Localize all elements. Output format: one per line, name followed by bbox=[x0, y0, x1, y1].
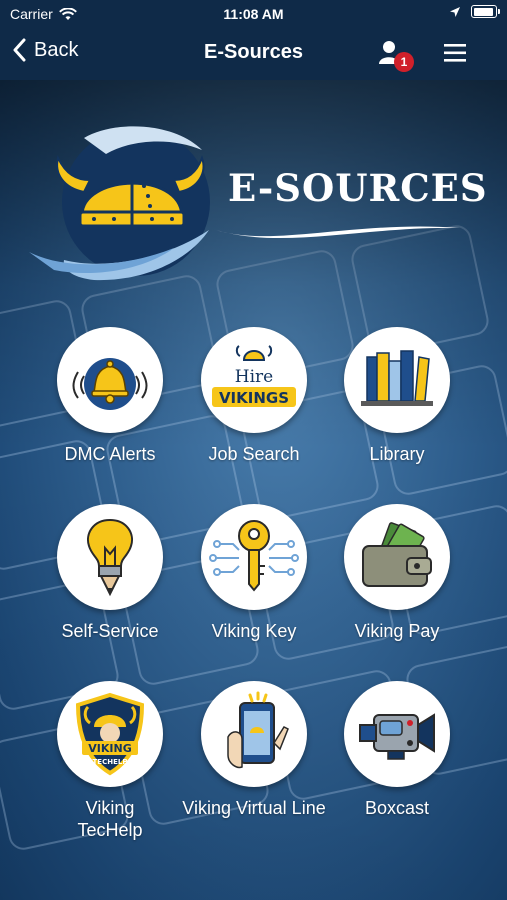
menu-button[interactable] bbox=[442, 42, 468, 64]
hire-text: Hire bbox=[235, 367, 273, 387]
tile-label: Viking Key bbox=[211, 621, 297, 641]
tile-label: DMC Alerts bbox=[64, 444, 156, 464]
wallet-icon bbox=[362, 522, 432, 587]
tile-label: Boxcast bbox=[364, 798, 430, 818]
tile-icon-circle bbox=[57, 504, 163, 610]
status-time: 11:08 AM bbox=[223, 6, 284, 22]
video-camera-icon bbox=[359, 713, 435, 760]
tile-icon-circle bbox=[57, 327, 163, 433]
bell-icon bbox=[72, 358, 148, 410]
tile-viking-virtual-line[interactable]: Viking Virtual Line bbox=[179, 681, 329, 819]
notification-badge: 1 bbox=[394, 52, 414, 72]
banner-title: E-SOURCES bbox=[228, 166, 488, 210]
tile-label: Self-Service bbox=[61, 621, 159, 641]
battery-icon bbox=[471, 5, 500, 18]
techelp-shield-icon: VIKING TECHELP bbox=[75, 692, 145, 776]
hamburger-menu-icon bbox=[444, 44, 466, 62]
tile-icon-circle bbox=[344, 327, 450, 433]
status-bar: Carrier 11:08 AM bbox=[0, 0, 507, 28]
status-right bbox=[449, 5, 500, 18]
wave-swoosh bbox=[216, 226, 460, 239]
viking-text: VIKING bbox=[88, 742, 131, 755]
tile-icon-circle bbox=[201, 681, 307, 787]
vikings-text: VIKINGS bbox=[219, 389, 289, 407]
tile-viking-pay[interactable]: Viking Pay bbox=[322, 504, 472, 642]
tile-label: Viking Pay bbox=[354, 621, 440, 641]
techelp-text: TECHELP bbox=[93, 758, 128, 766]
tile-icon-circle: VIKING TECHELP bbox=[57, 681, 163, 787]
phone-hand-icon bbox=[227, 691, 289, 769]
books-icon bbox=[361, 350, 433, 406]
tile-library[interactable]: Library bbox=[322, 327, 472, 465]
lightbulb-pencil-icon bbox=[87, 518, 133, 597]
tile-label: Job Search bbox=[208, 444, 300, 464]
profile-notifications-button[interactable]: 1 bbox=[378, 38, 414, 72]
back-button[interactable]: Back bbox=[12, 38, 78, 62]
tile-icon-circle bbox=[344, 681, 450, 787]
tile-label: Library bbox=[369, 444, 425, 464]
main-content: E-SOURCES DMC Alerts Hire VIKINGS Job Se… bbox=[0, 80, 507, 900]
tile-boxcast[interactable]: Boxcast bbox=[322, 681, 472, 819]
tile-icon-circle bbox=[344, 504, 450, 610]
tile-icon-circle: Hire VIKINGS bbox=[201, 327, 307, 433]
viking-helmet-logo bbox=[29, 126, 210, 281]
tile-label: Viking Virtual Line bbox=[182, 798, 326, 818]
navigation-bar: Back E-Sources 1 bbox=[0, 28, 507, 80]
key-circuit-icon bbox=[209, 520, 299, 592]
hire-vikings-icon: Hire VIKINGS bbox=[212, 345, 296, 407]
tile-dmc-alerts[interactable]: DMC Alerts bbox=[35, 327, 185, 465]
tile-icon-circle bbox=[201, 504, 307, 610]
tile-self-service[interactable]: Self-Service bbox=[35, 504, 185, 642]
location-arrow-icon bbox=[450, 6, 460, 17]
chevron-left-icon bbox=[13, 38, 26, 62]
back-label: Back bbox=[34, 38, 79, 61]
tile-job-search[interactable]: Hire VIKINGS Job Search bbox=[179, 327, 329, 465]
tile-viking-techelp[interactable]: VIKING TECHELP Viking TecHelp bbox=[35, 681, 185, 841]
tile-viking-key[interactable]: Viking Key bbox=[179, 504, 329, 642]
tile-label: Viking TecHelp bbox=[77, 798, 143, 840]
